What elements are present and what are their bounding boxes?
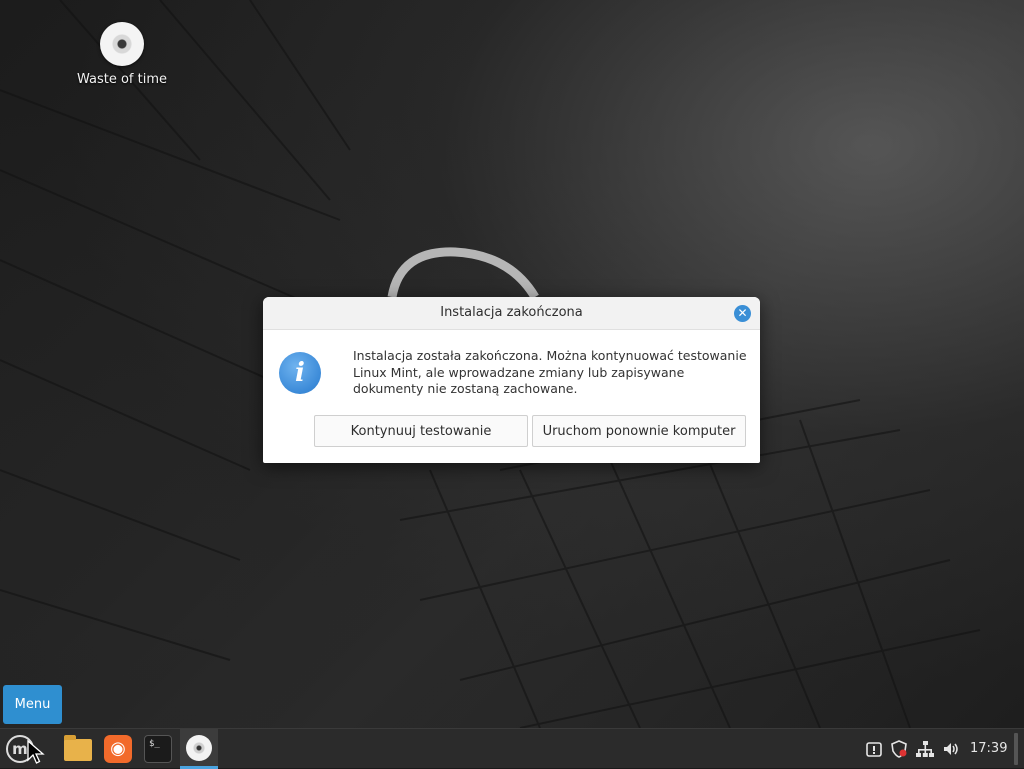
- terminal-glyph: $_: [144, 735, 172, 763]
- terminal-icon[interactable]: $_: [142, 733, 174, 765]
- mouse-pointer-icon: [27, 740, 45, 764]
- disc-icon[interactable]: [180, 729, 218, 769]
- dialog-title: Instalacja zakończona: [440, 305, 583, 320]
- menu-button[interactable]: Menu: [3, 685, 62, 724]
- continue-testing-button[interactable]: Kontynuuj testowanie: [314, 415, 528, 447]
- disc-icon: [100, 22, 144, 66]
- restart-computer-button[interactable]: Uruchom ponownie komputer: [532, 415, 746, 447]
- update-manager-icon[interactable]: [865, 740, 883, 758]
- installation-complete-dialog: Instalacja zakończona ✕ i Instalacja zos…: [263, 297, 760, 463]
- firefox-icon[interactable]: ◉: [102, 733, 134, 765]
- desktop-icon-label: Waste of time: [76, 72, 168, 87]
- info-icon: i: [279, 352, 321, 394]
- dialog-message: Instalacja została zakończona. Można kon…: [353, 348, 747, 396]
- taskbar: m ◉ $_ 17:39: [0, 728, 1024, 769]
- clock[interactable]: 17:39: [970, 729, 1007, 769]
- folder-icon[interactable]: [62, 733, 94, 765]
- network-icon[interactable]: [916, 740, 934, 758]
- desktop-icon-installer[interactable]: Waste of time: [72, 22, 172, 87]
- dialog-titlebar[interactable]: Instalacja zakończona ✕: [263, 297, 760, 330]
- close-icon[interactable]: ✕: [734, 305, 751, 322]
- show-desktop-button[interactable]: [1014, 733, 1018, 765]
- shield-icon[interactable]: [890, 740, 908, 758]
- volume-icon[interactable]: [942, 740, 960, 758]
